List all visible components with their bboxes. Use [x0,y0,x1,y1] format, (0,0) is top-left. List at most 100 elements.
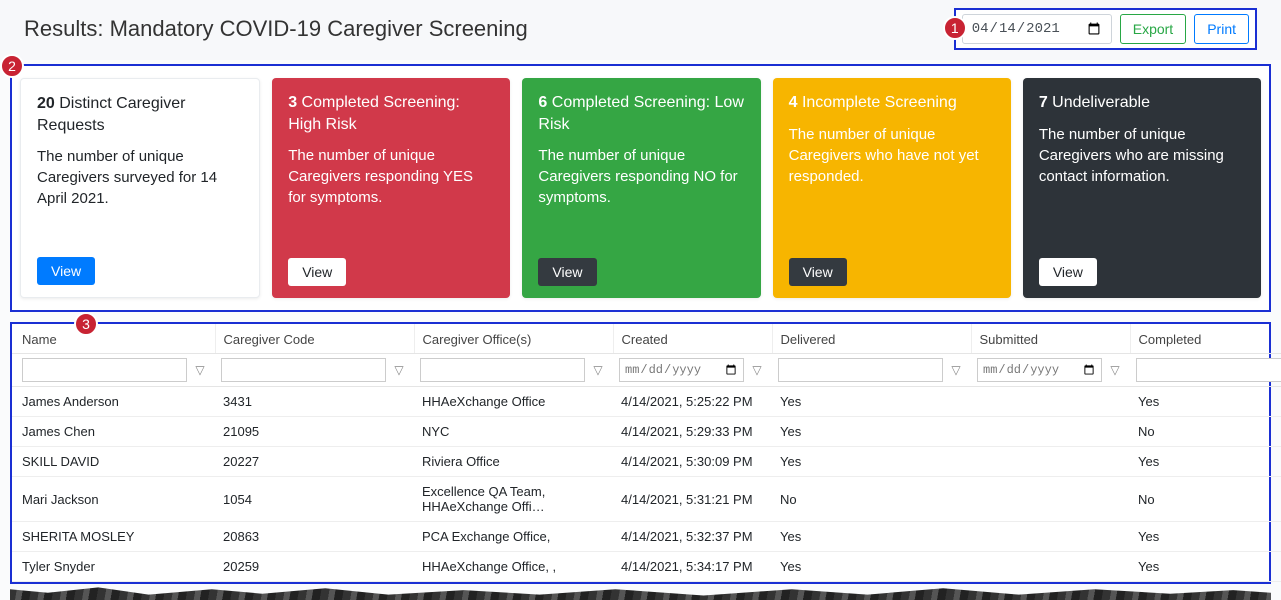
table-row[interactable]: James Chen21095NYC4/14/2021, 5:29:33 PMY… [12,417,1281,447]
cell-submitted [971,447,1130,477]
export-button[interactable]: Export [1120,14,1186,44]
torn-edge-decoration [10,582,1271,600]
summary-card: 6 Completed Screening: Low Risk The numbe… [522,78,760,298]
cell-completed: No [1130,477,1281,522]
filter-icon[interactable]: ▽ [947,361,965,379]
cell-office: HHAeXchange Office [414,387,613,417]
card-count: 4 [789,94,798,111]
cell-office: PCA Exchange Office, [414,522,613,552]
cell-name: SKILL DAVID [12,447,215,477]
table-row[interactable]: Mari Jackson1054Excellence QA Team, HHAe… [12,477,1281,522]
cell-office: Riviera Office [414,447,613,477]
card-title: 6 Completed Screening: Low Risk [538,92,744,135]
summary-card: 4 Incomplete Screening The number of uniq… [773,78,1011,298]
summary-card: 20 Distinct Caregiver Requests The number… [20,78,260,298]
filter-input[interactable] [1136,358,1281,382]
card-title: 20 Distinct Caregiver Requests [37,93,243,136]
cell-code: 20259 [215,552,414,582]
card-title: 4 Incomplete Screening [789,92,995,114]
filter-icon[interactable]: ▽ [589,361,607,379]
page-title: Results: Mandatory COVID-19 Caregiver Sc… [24,16,528,42]
column-header[interactable]: Caregiver Office(s) [414,324,613,354]
card-view-button[interactable]: View [538,258,596,286]
cell-code: 21095 [215,417,414,447]
card-view-button[interactable]: View [37,257,95,285]
cell-completed: Yes [1130,387,1281,417]
cell-completed: Yes [1130,447,1281,477]
cell-code: 20863 [215,522,414,552]
results-table: NameCaregiver CodeCaregiver Office(s)Cre… [12,324,1281,582]
cell-delivered: Yes [772,552,971,582]
cell-created: 4/14/2021, 5:30:09 PM [613,447,772,477]
column-header[interactable]: Completed [1130,324,1281,354]
card-title: 3 Completed Screening: High Risk [288,92,494,135]
column-header[interactable]: Submitted [971,324,1130,354]
cell-completed: No [1130,417,1281,447]
filter-icon[interactable]: ▽ [390,361,408,379]
card-count: 3 [288,94,297,111]
cell-office: HHAeXchange Office, , [414,552,613,582]
cell-delivered: Yes [772,522,971,552]
table-row[interactable]: SKILL DAVID20227 Riviera Office4/14/2021… [12,447,1281,477]
cell-name: James Chen [12,417,215,447]
cell-code: 20227 [215,447,414,477]
annotation-badge-3: 3 [74,312,98,336]
table-row[interactable]: SHERITA MOSLEY20863PCA Exchange Office,4… [12,522,1281,552]
cell-submitted [971,552,1130,582]
filter-input[interactable] [778,358,943,382]
cell-delivered: Yes [772,387,971,417]
date-picker[interactable] [962,14,1112,44]
cell-name: SHERITA MOSLEY [12,522,215,552]
filter-input[interactable] [977,358,1102,382]
cell-created: 4/14/2021, 5:25:22 PM [613,387,772,417]
filter-input[interactable] [619,358,744,382]
card-description: The number of unique Caregivers who are … [1039,124,1245,246]
cell-office: Excellence QA Team, HHAeXchange Offi… [414,477,613,522]
cell-office: NYC [414,417,613,447]
filter-icon[interactable]: ▽ [1106,361,1124,379]
card-count: 20 [37,95,55,112]
card-count: 7 [1039,94,1048,111]
print-button[interactable]: Print [1194,14,1249,44]
card-description: The number of unique Caregivers surveyed… [37,146,243,245]
results-table-section: 3 NameCaregiver CodeCaregiver Office(s)C… [10,322,1271,584]
cell-submitted [971,522,1130,552]
summary-card: 3 Completed Screening: High RiskThe numb… [272,78,510,298]
card-title: 7 Undeliverable [1039,92,1245,114]
cell-name: Mari Jackson [12,477,215,522]
summary-cards-section: 2 20 Distinct Caregiver RequestsThe numb… [10,64,1271,312]
cell-name: James Anderson [12,387,215,417]
card-description: The number of unique Caregivers who have… [789,124,995,246]
column-header[interactable]: Created [613,324,772,354]
cell-submitted [971,477,1130,522]
cell-name: Tyler Snyder [12,552,215,582]
column-header[interactable]: Name [12,324,215,354]
cell-submitted [971,387,1130,417]
cell-created: 4/14/2021, 5:29:33 PM [613,417,772,447]
filter-icon[interactable]: ▽ [748,361,766,379]
header: Results: Mandatory COVID-19 Caregiver Sc… [0,0,1281,60]
cell-completed: Yes [1130,522,1281,552]
filter-icon[interactable]: ▽ [191,361,209,379]
card-view-button[interactable]: View [789,258,847,286]
card-view-button[interactable]: View [1039,258,1097,286]
cell-code: 1054 [215,477,414,522]
cell-submitted [971,417,1130,447]
table-row[interactable]: Tyler Snyder20259HHAeXchange Office, ,4/… [12,552,1281,582]
card-count: 6 [538,94,547,111]
cell-delivered: Yes [772,417,971,447]
filter-input[interactable] [420,358,585,382]
column-header[interactable]: Caregiver Code [215,324,414,354]
card-view-button[interactable]: View [288,258,346,286]
table-row[interactable]: James Anderson3431HHAeXchange Office4/14… [12,387,1281,417]
cell-created: 4/14/2021, 5:34:17 PM [613,552,772,582]
cell-delivered: Yes [772,447,971,477]
cell-created: 4/14/2021, 5:31:21 PM [613,477,772,522]
filter-input[interactable] [22,358,187,382]
filter-input[interactable] [221,358,386,382]
column-header[interactable]: Delivered [772,324,971,354]
cell-code: 3431 [215,387,414,417]
annotation-badge-1: 1 [943,16,967,40]
card-description: The number of unique Caregivers respondi… [538,145,744,246]
summary-card: 7 Undeliverable The number of unique Care… [1023,78,1261,298]
